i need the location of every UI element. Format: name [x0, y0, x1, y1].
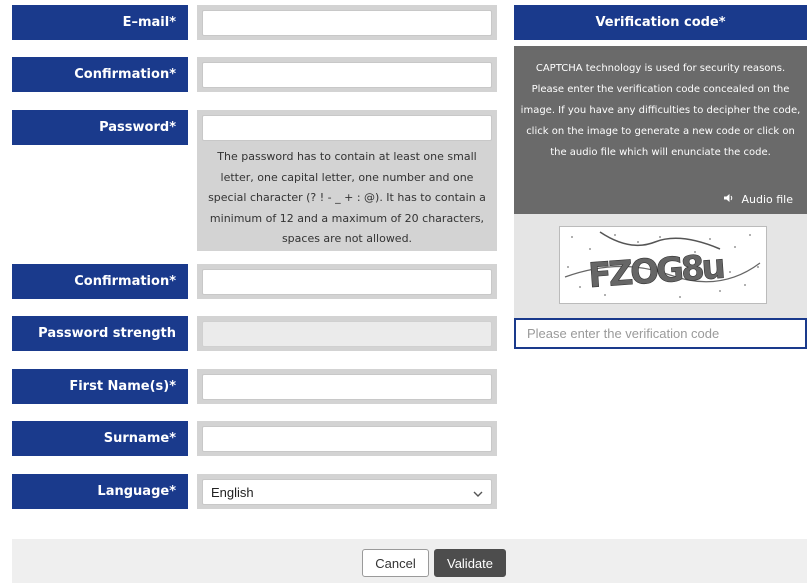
speaker-icon	[723, 189, 735, 210]
email-confirmation-field[interactable]	[202, 62, 492, 88]
email-confirmation-field-wrap	[197, 57, 497, 92]
audio-file-link[interactable]: Audio file	[723, 189, 793, 210]
captcha-text: FZOG8u	[587, 247, 725, 296]
language-select-wrap: English	[197, 474, 497, 509]
verification-code-input-wrap	[514, 318, 807, 349]
password-confirmation-label: Confirmation*	[12, 264, 188, 299]
password-strength-label: Password strength	[12, 316, 188, 351]
email-label: E–mail*	[12, 5, 188, 40]
password-strength-wrap	[197, 316, 497, 351]
first-name-field[interactable]	[202, 374, 492, 400]
password-confirmation-field-wrap	[197, 264, 497, 299]
password-label: Password*	[12, 110, 188, 145]
captcha-description: CAPTCHA technology is used for security …	[520, 63, 801, 158]
email-field[interactable]	[202, 10, 492, 36]
surname-field[interactable]	[202, 426, 492, 452]
password-hint: The password has to contain at least one…	[208, 150, 486, 245]
password-confirmation-field[interactable]	[202, 269, 492, 295]
captcha-image-area: FZOG8u	[514, 214, 807, 319]
validate-button[interactable]: Validate	[434, 549, 506, 577]
captcha-image[interactable]: FZOG8u	[559, 226, 767, 304]
chevron-down-icon	[473, 485, 483, 500]
language-selected-value: English	[211, 484, 254, 500]
verification-code-input[interactable]	[525, 325, 805, 342]
audio-file-label: Audio file	[741, 193, 793, 206]
surname-field-wrap	[197, 421, 497, 456]
password-field[interactable]	[202, 115, 492, 141]
verification-code-header: Verification code*	[514, 5, 807, 40]
email-field-wrap	[197, 5, 497, 40]
language-select[interactable]: English	[202, 479, 492, 505]
email-confirmation-label: Confirmation*	[12, 57, 188, 92]
surname-label: Surname*	[12, 421, 188, 456]
first-name-label: First Name(s)*	[12, 369, 188, 404]
first-name-field-wrap	[197, 369, 497, 404]
language-label: Language*	[12, 474, 188, 509]
form-footer: Cancel Validate	[12, 539, 807, 583]
cancel-button[interactable]: Cancel	[362, 549, 429, 577]
password-strength-meter	[202, 321, 492, 347]
captcha-info-panel: CAPTCHA technology is used for security …	[514, 46, 807, 214]
password-field-wrap: The password has to contain at least one…	[197, 110, 497, 251]
